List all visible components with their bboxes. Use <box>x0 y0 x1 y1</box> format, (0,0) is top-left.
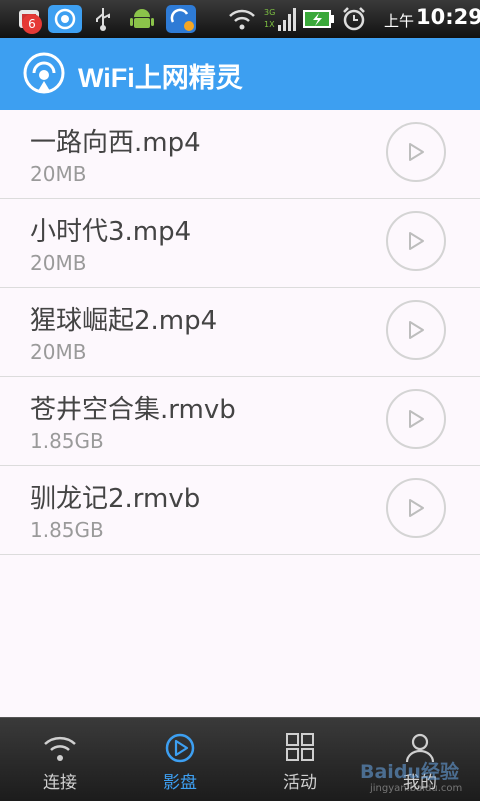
tab-video-disk[interactable]: 影盘 <box>120 718 240 801</box>
file-name: 苍井空合集.rmvb <box>30 395 236 425</box>
list-item[interactable]: 苍井空合集.rmvb 1.85GB <box>0 377 480 466</box>
grid-icon <box>286 733 314 761</box>
sync-app-icon <box>164 4 198 34</box>
status-ampm: 上午 <box>384 12 415 30</box>
wifi-app-icon <box>46 4 84 34</box>
file-name: 驯龙记2.rmvb <box>30 484 201 514</box>
play-icon <box>409 499 424 517</box>
list-item[interactable]: 驯龙记2.rmvb 1.85GB <box>0 466 480 555</box>
play-icon <box>409 143 424 161</box>
app-header: WiFi上网精灵 <box>0 38 480 110</box>
network-signal-icon: 3G 1X <box>262 4 296 34</box>
network-1x-label: 1X <box>264 20 275 29</box>
play-button[interactable] <box>386 300 446 360</box>
file-size: 20MB <box>30 162 87 186</box>
tab-mine[interactable]: 我的 <box>360 718 480 801</box>
list-item[interactable]: 小时代3.mp4 20MB <box>0 199 480 288</box>
file-name: 猩球崛起2.mp4 <box>30 306 218 336</box>
play-button[interactable] <box>386 122 446 182</box>
tab-connect[interactable]: 连接 <box>0 718 120 801</box>
tab-mine-label: 我的 <box>403 773 437 793</box>
android-icon <box>128 4 156 34</box>
user-icon <box>405 733 435 763</box>
file-size: 1.85GB <box>30 429 104 453</box>
tab-activities[interactable]: 活动 <box>240 718 360 801</box>
video-file-list: 一路向西.mp4 20MB 小时代3.mp4 20MB 猩球崛起2.mp4 20… <box>0 110 480 555</box>
status-bar: 6 3G 1X 上午 10:29 <box>0 0 480 38</box>
file-size: 1.85GB <box>30 518 104 542</box>
play-button[interactable] <box>386 211 446 271</box>
wifi-logo-icon <box>22 51 66 95</box>
play-button[interactable] <box>386 478 446 538</box>
file-size: 20MB <box>30 251 87 275</box>
status-time: 10:29 <box>416 5 480 29</box>
wifi-icon <box>44 736 76 761</box>
play-icon <box>409 232 424 250</box>
app-title: WiFi上网精灵 <box>78 63 243 93</box>
play-circle-icon <box>165 733 195 763</box>
notification-count-badge: 6 <box>22 14 42 34</box>
file-name: 一路向西.mp4 <box>30 128 201 158</box>
play-button[interactable] <box>386 389 446 449</box>
bottom-nav: 连接 影盘 活动 我的 <box>0 717 480 801</box>
list-item[interactable]: 一路向西.mp4 20MB <box>0 110 480 199</box>
list-item[interactable]: 猩球崛起2.mp4 20MB <box>0 288 480 377</box>
tab-video-disk-label: 影盘 <box>163 773 197 793</box>
battery-charging-icon <box>302 4 336 34</box>
tab-connect-label: 连接 <box>43 773 77 793</box>
play-icon <box>409 321 424 339</box>
tab-activities-label: 活动 <box>283 773 317 793</box>
file-size: 20MB <box>30 340 87 364</box>
usb-icon <box>90 4 116 34</box>
wifi-signal-icon <box>226 4 258 34</box>
network-3g-label: 3G <box>264 8 275 17</box>
play-icon <box>409 410 424 428</box>
file-name: 小时代3.mp4 <box>30 217 192 247</box>
alarm-clock-icon <box>340 4 368 34</box>
